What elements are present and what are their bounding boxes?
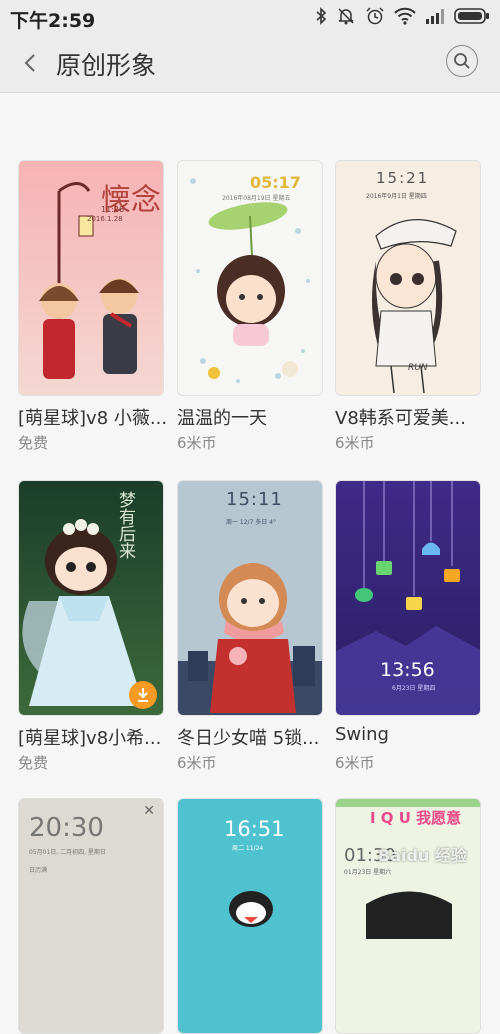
download-icon xyxy=(138,688,148,702)
signal-icon xyxy=(425,8,445,28)
theme-price: 6米币 xyxy=(335,754,375,772)
thumb-date: 2016年9月1日 星期四 xyxy=(366,193,427,200)
thumb-time: 15:21 xyxy=(376,169,430,187)
theme-name[interactable]: Swing xyxy=(335,724,485,745)
status-time: 下午2:59 xyxy=(10,10,96,32)
thumb-date: 05月01日, 二月初四, 星期日 xyxy=(29,849,106,856)
back-button[interactable] xyxy=(18,50,44,76)
close-icon[interactable]: ✕ xyxy=(143,803,155,819)
thumb-time: 16:51 xyxy=(224,817,285,841)
theme-thumbnail[interactable]: ✕ 20:30 05月01日, 二月初四, 星期日 日历满 xyxy=(18,798,164,1034)
theme-price: 免费 xyxy=(18,434,49,452)
theme-name[interactable]: [萌星球]v8小希... xyxy=(18,724,168,750)
alarm-icon xyxy=(365,6,385,30)
theme-thumbnail[interactable]: 16:51 周二 11/24 xyxy=(177,798,323,1034)
search-button[interactable] xyxy=(446,45,478,77)
thumb-date: 周二 11/24 xyxy=(232,845,264,852)
theme-thumbnail[interactable]: 05:17 2016年08月19日 星期五 xyxy=(177,160,323,396)
theme-thumbnail[interactable]: 懐念 11:26 2016.1.28 xyxy=(18,160,164,396)
header-bar: 原创形象 xyxy=(0,36,500,93)
thumb-caption: RUN xyxy=(408,363,428,373)
status-bar: 下午2:59 xyxy=(0,0,500,36)
theme-price: 6米币 xyxy=(335,434,375,452)
thumb-date: 周一 12/7 多日 4° xyxy=(226,519,277,526)
theme-thumbnail[interactable]: I Q U 我愿意 01:30 01月23日 星期六 xyxy=(335,798,481,1034)
thumb-time: 05:17 xyxy=(250,173,301,192)
theme-name[interactable]: V8韩系可爱美... xyxy=(335,404,485,430)
download-button[interactable] xyxy=(129,681,157,709)
thumb-title: I Q U 我愿意 xyxy=(370,809,462,827)
theme-thumbnail[interactable]: 梦有后来 xyxy=(18,480,164,716)
thumb-time: 13:56 xyxy=(380,659,435,681)
theme-name[interactable]: 冬日少女喵 5锁... xyxy=(177,724,327,750)
chevron-left-icon xyxy=(24,54,35,72)
theme-name[interactable]: 温温的一天 xyxy=(177,404,327,430)
thumb-date: 01月23日 星期六 xyxy=(344,869,392,876)
theme-price: 6米币 xyxy=(177,754,217,772)
thumb-title: 梦有后来 xyxy=(115,491,135,559)
bluetooth-icon xyxy=(315,7,327,29)
page-title: 原创形象 xyxy=(56,51,157,80)
thumb-date: 2016年08月19日 星期五 xyxy=(222,195,291,202)
theme-thumbnail[interactable]: 13:56 6月23日 星期四 xyxy=(335,480,481,716)
thumb-time: 11:26 xyxy=(101,205,125,214)
watermark-text: Baidu 经验 xyxy=(378,846,467,865)
theme-name[interactable]: [萌星球]v8 小薇... xyxy=(18,404,168,430)
wifi-icon xyxy=(394,7,416,29)
thumb-caption: 日历满 xyxy=(29,867,48,874)
thumb-time: 15:11 xyxy=(226,489,283,510)
thumb-time: 20:30 xyxy=(29,813,104,843)
thumb-date: 6月23日 星期四 xyxy=(392,685,436,692)
theme-thumbnail[interactable]: 15:11 周一 12/7 多日 4° xyxy=(177,480,323,716)
status-icons xyxy=(315,6,490,30)
battery-icon xyxy=(454,7,490,29)
theme-price: 免费 xyxy=(18,754,49,772)
thumb-date: 2016.1.28 xyxy=(87,215,123,223)
search-icon xyxy=(454,53,470,69)
theme-thumbnail[interactable]: 15:21 2016年9月1日 星期四 RUN xyxy=(335,160,481,396)
mute-bell-icon xyxy=(336,6,356,30)
theme-price: 6米币 xyxy=(177,434,217,452)
